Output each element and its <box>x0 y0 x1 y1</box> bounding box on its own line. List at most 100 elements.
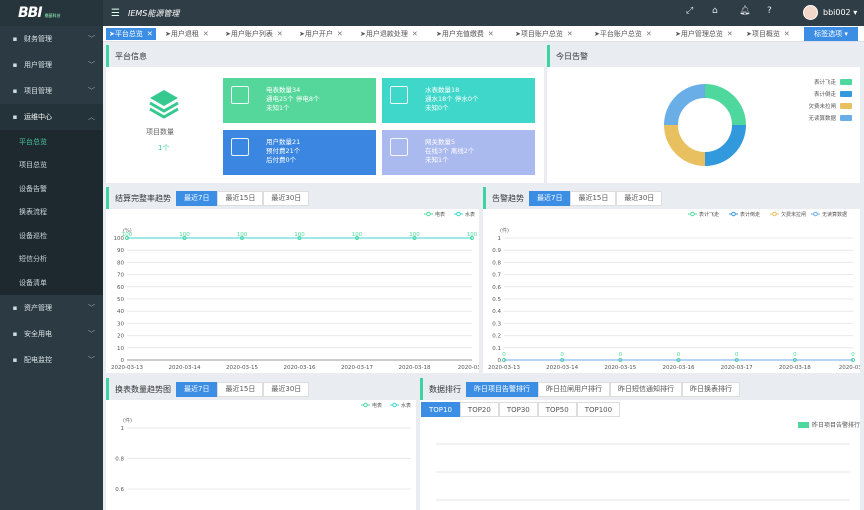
range-7d-button[interactable]: 最近7日 <box>176 381 218 397</box>
sidebar-item[interactable]: ▪ 配电监控 ﹀ <box>0 347 103 373</box>
sidebar-item[interactable]: ▪ 安全用电 ﹀ <box>0 321 103 347</box>
y-unit-label: (件) <box>500 227 509 234</box>
range-15d-button[interactable]: 最近15日 <box>570 190 617 206</box>
tab-label: 项目账户总览 <box>520 30 563 38</box>
alarm-trend-card: 告警趋势 最近7日 最近15日 最近30日 (件) 0 0.1 0.2 0.3 0.4 0.5 0… <box>483 187 860 373</box>
stat-tile[interactable]: 用户数量21 预付费21个 后付费0个 <box>223 130 376 175</box>
tile-line: 在线3个 离线2个 <box>425 147 475 155</box>
fullscreen-icon[interactable]: ⤢ <box>686 6 693 16</box>
legend-label: 电表 <box>372 402 382 409</box>
project-count-label: 项目数量 <box>146 128 174 136</box>
tab[interactable]: ➤ 项目概览 ✕ <box>746 28 790 40</box>
stat-tile[interactable]: 网关数量5 在线3个 离线2个 未知1个 <box>382 130 535 175</box>
tile-line: 电表数量34 <box>266 86 301 94</box>
tab[interactable]: ➤ 用户退租 ✕ <box>165 28 209 40</box>
shield-icon: ▪ <box>12 329 18 338</box>
range-15d-button[interactable]: 最近15日 <box>217 190 264 206</box>
close-icon[interactable]: ✕ <box>488 30 494 38</box>
sidebar-item[interactable]: ▪ 资产管理 ﹀ <box>0 295 103 321</box>
close-icon[interactable]: ✕ <box>784 30 790 38</box>
chevron-down-icon: ︿ <box>88 113 95 121</box>
tab[interactable]: ➤ 项目账户总览 ✕ <box>515 28 573 40</box>
y-tick-label: 0.1 <box>492 346 501 352</box>
tab[interactable]: ➤ 用户退款处理 ✕ <box>360 28 418 40</box>
top-button[interactable]: TOP100 <box>576 402 621 417</box>
home-icon[interactable]: ⌂ <box>712 6 718 16</box>
help-icon[interactable]: ? <box>767 6 772 16</box>
legend-label: 欠费未拉闸 <box>781 211 806 218</box>
tab[interactable]: ➤ 用户账户列表 ✕ <box>225 28 283 40</box>
range-30d-button[interactable]: 最近30日 <box>263 381 310 397</box>
today-alarm-card: 今日告警 表计飞走 表计倒走 欠费未拉闸 无读算数据 <box>547 45 860 183</box>
stat-tile[interactable]: 水表数量18 通水18个 停水0个 未知0个 <box>382 78 535 123</box>
ranking-tab[interactable]: 昨日拉闸用户排行 <box>538 381 610 397</box>
top-button[interactable]: TOP30 <box>498 402 538 417</box>
close-icon[interactable]: ✕ <box>147 30 153 38</box>
y-tick-label: 0 <box>121 358 125 364</box>
range-30d-button[interactable]: 最近30日 <box>616 190 663 206</box>
close-icon[interactable]: ✕ <box>412 30 418 38</box>
tab[interactable]: ➤ 用户管理总览 ✕ <box>675 28 733 40</box>
legend-label: 无读算数据 <box>808 114 836 122</box>
platform-info-title: 平台信息 <box>106 45 544 67</box>
submenu-item[interactable]: 设备巡检 <box>0 224 103 248</box>
tab-label: 用户退款处理 <box>365 30 408 38</box>
close-icon[interactable]: ✕ <box>203 30 209 38</box>
stat-tile[interactable]: 电表数量34 通电25个 停电8个 未知1个 <box>223 78 376 123</box>
top-button[interactable]: TOP50 <box>537 402 577 417</box>
close-icon[interactable]: ✕ <box>646 30 652 38</box>
close-icon[interactable]: ✕ <box>337 30 343 38</box>
tab[interactable]: ➤ 平台账户总览 ✕ <box>594 28 652 40</box>
close-icon[interactable]: ✕ <box>727 30 733 38</box>
legend-swatch <box>456 211 461 217</box>
x-tick-label: 2020-03-14 <box>169 365 201 371</box>
ranking-tab[interactable]: 昨日短信通知排行 <box>610 381 682 397</box>
top-button[interactable]: TOP10 <box>421 402 460 417</box>
ranking-tab[interactable]: 昨日换表排行 <box>682 381 740 397</box>
sidebar-item[interactable]: ▪ 项目管理 ﹀ <box>0 78 103 104</box>
submenu-item[interactable]: 设备清单 <box>0 271 103 295</box>
x-tick-label: 2020-03-1 <box>458 365 479 371</box>
data-label: 0 <box>677 352 681 358</box>
range-7d-button[interactable]: 最近7日 <box>176 190 218 206</box>
chevron-down-icon: ﹀ <box>88 329 95 338</box>
range-30d-button[interactable]: 最近30日 <box>263 190 310 206</box>
tab-options-button[interactable]: 标签选项 ▾ <box>804 27 858 41</box>
menu-toggle-icon[interactable]: ☰ <box>111 8 120 19</box>
data-label: 0 <box>735 352 739 358</box>
sidebar-item-label: 安全用电 <box>24 329 52 338</box>
data-label: 100 <box>122 232 133 238</box>
y-tick-label: 40 <box>117 309 124 315</box>
avatar[interactable] <box>803 5 818 20</box>
chevron-down-icon: ﹀ <box>88 35 95 43</box>
y-tick-label: 0.2 <box>492 334 501 340</box>
submenu-item[interactable]: 短信分析 <box>0 248 103 272</box>
tab[interactable]: ➤ 用户充值缴费 ✕ <box>436 28 494 40</box>
data-label: 0 <box>560 352 564 358</box>
data-label: 100 <box>237 232 248 238</box>
range-15d-button[interactable]: 最近15日 <box>217 381 264 397</box>
submenu-item[interactable]: 换表流程 <box>0 201 103 225</box>
range-7d-button[interactable]: 最近7日 <box>529 190 571 206</box>
ranking-chart-grid <box>436 443 850 501</box>
submenu-item[interactable]: 设备告警 <box>0 177 103 201</box>
submenu-item[interactable]: 平台总览 <box>0 130 103 154</box>
sidebar-item[interactable]: ▪ 财务管理 ﹀ <box>0 26 103 52</box>
donut-slice <box>704 84 746 126</box>
settlement-trend-card: 结算完整率趋势 最近7日 最近15日 最近30日 (%) 0 10 20 30 40 50 60 7… <box>106 187 479 373</box>
tab-bar: ➤ 平台总览 ✕ ➤ 用户退租 ✕ ➤ 用户账户列表 ✕ ➤ 用户开户 ✕ ➤ 用户退款处理 ✕ ➤ 用户充值缴… <box>103 26 864 42</box>
user-name[interactable]: bbi002 ▾ <box>823 8 857 17</box>
close-icon[interactable]: ✕ <box>277 30 283 38</box>
top-button[interactable]: TOP20 <box>459 402 499 417</box>
ranking-tab[interactable]: 昨日项目告警排行 <box>466 381 538 397</box>
tile-line: 网关数量5 <box>425 138 456 146</box>
submenu-item[interactable]: 项目总览 <box>0 154 103 178</box>
tab[interactable]: ➤ 平台总览 ✕ <box>106 28 156 40</box>
tab[interactable]: ➤ 用户开户 ✕ <box>299 28 343 40</box>
y-tick-label: 0 <box>498 358 502 364</box>
close-icon[interactable]: ✕ <box>567 30 573 38</box>
sidebar-item[interactable]: ▪ 运维中心 ︿ <box>0 104 103 130</box>
sidebar-item[interactable]: ▪ 用户管理 ﹀ <box>0 52 103 78</box>
bell-icon[interactable]: 🔔︎ <box>739 6 750 16</box>
legend-label: 水表 <box>401 402 411 409</box>
